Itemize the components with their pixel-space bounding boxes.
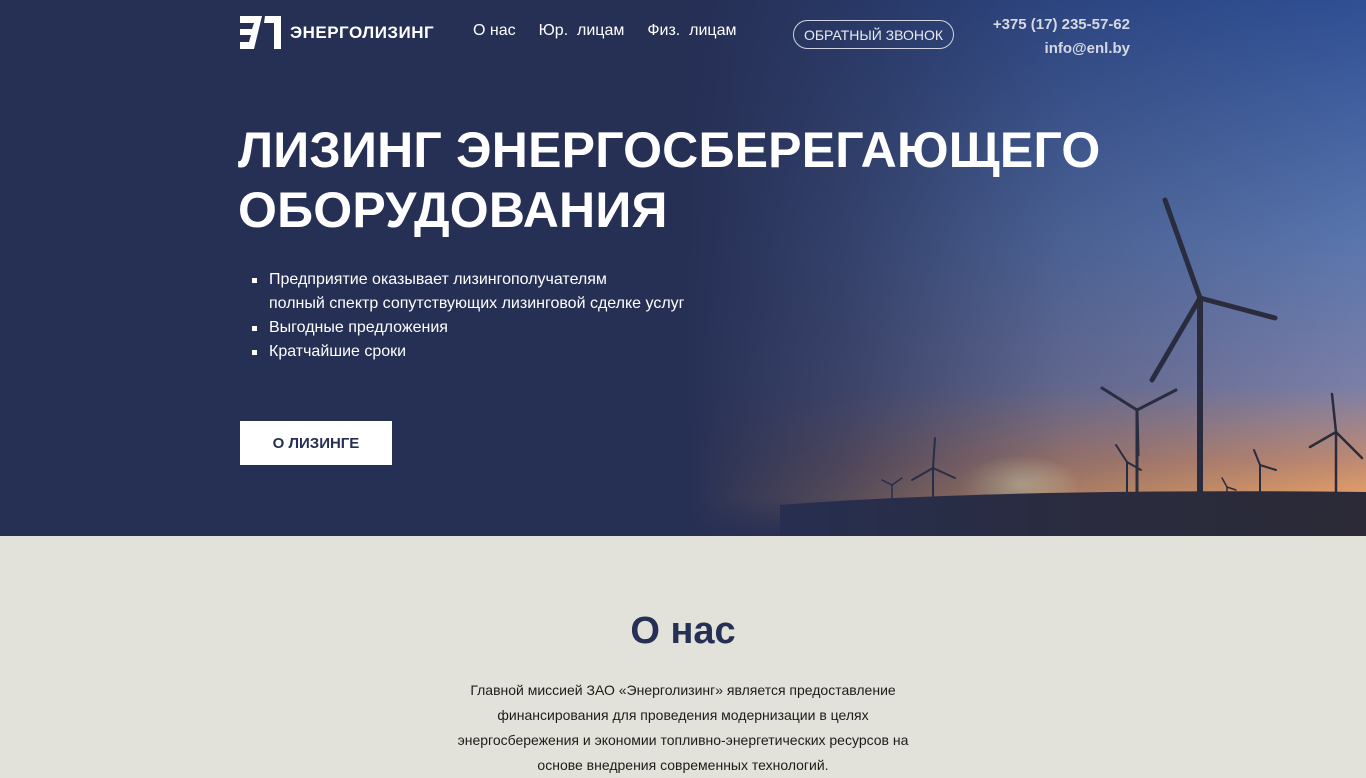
about-text-line: финансирования для проведения модернизац… bbox=[497, 707, 869, 723]
nav-item-legal-entities[interactable]: Юр. лицам bbox=[539, 22, 625, 40]
hero-title: ЛИЗИНГ ЭНЕРГОСБЕРЕГАЮЩЕГО ОБОРУДОВАНИЯ bbox=[238, 120, 1100, 240]
bullet-line: Кратчайшие сроки bbox=[269, 343, 407, 360]
about-leasing-button[interactable]: О ЛИЗИНГЕ bbox=[240, 421, 392, 465]
hero-bullet-list: Предприятие оказывает лизингополучателям… bbox=[252, 268, 685, 364]
logo[interactable]: ЭНЕРГОЛИЗИНГ bbox=[240, 16, 434, 49]
about-text-line: энергосбережения и экономии топливно-эне… bbox=[457, 732, 909, 748]
about-title: О нас bbox=[630, 610, 736, 652]
logo-text: ЭНЕРГОЛИЗИНГ bbox=[290, 22, 435, 42]
bullet-line: полный спектр сопутствующих лизинговой с… bbox=[269, 295, 685, 312]
nav-item-about[interactable]: О нас bbox=[473, 22, 516, 40]
callback-button[interactable]: ОБРАТНЫЙ ЗВОНОК bbox=[793, 20, 954, 49]
email-link[interactable]: info@enl.by bbox=[993, 37, 1130, 61]
bullet-line: Предприятие оказывает лизингополучателям bbox=[269, 271, 607, 288]
main-nav: О нас Юр. лицам Физ. лицам bbox=[473, 22, 759, 40]
bullet-item: Кратчайшие сроки bbox=[252, 340, 685, 364]
phone-link[interactable]: +375 (17) 235-57-62 bbox=[993, 13, 1130, 37]
about-text-line: Главной миссией ЗАО «Энерголизинг» являе… bbox=[470, 682, 896, 698]
about-text-line: основе внедрения современных технологий. bbox=[537, 757, 829, 773]
header-contacts: +375 (17) 235-57-62 info@enl.by bbox=[993, 13, 1130, 61]
about-text: Главной миссией ЗАО «Энерголизинг» являе… bbox=[433, 678, 933, 778]
hero-title-line: ОБОРУДОВАНИЯ bbox=[238, 182, 668, 238]
hero-title-line: ЛИЗИНГ ЭНЕРГОСБЕРЕГАЮЩЕГО bbox=[238, 122, 1101, 178]
about-section: О нас Главной миссией ЗАО «Энерголизинг»… bbox=[0, 536, 1366, 773]
hero-section: ЭНЕРГОЛИЗИНГ О нас Юр. лицам Физ. лицам … bbox=[0, 0, 1366, 536]
bullet-item: Выгодные предложения bbox=[252, 316, 685, 340]
logo-mark-icon bbox=[240, 16, 281, 49]
bullet-item: Предприятие оказывает лизингополучателям… bbox=[252, 268, 685, 316]
bullet-line: Выгодные предложения bbox=[269, 319, 448, 336]
nav-item-individuals[interactable]: Физ. лицам bbox=[647, 22, 736, 40]
